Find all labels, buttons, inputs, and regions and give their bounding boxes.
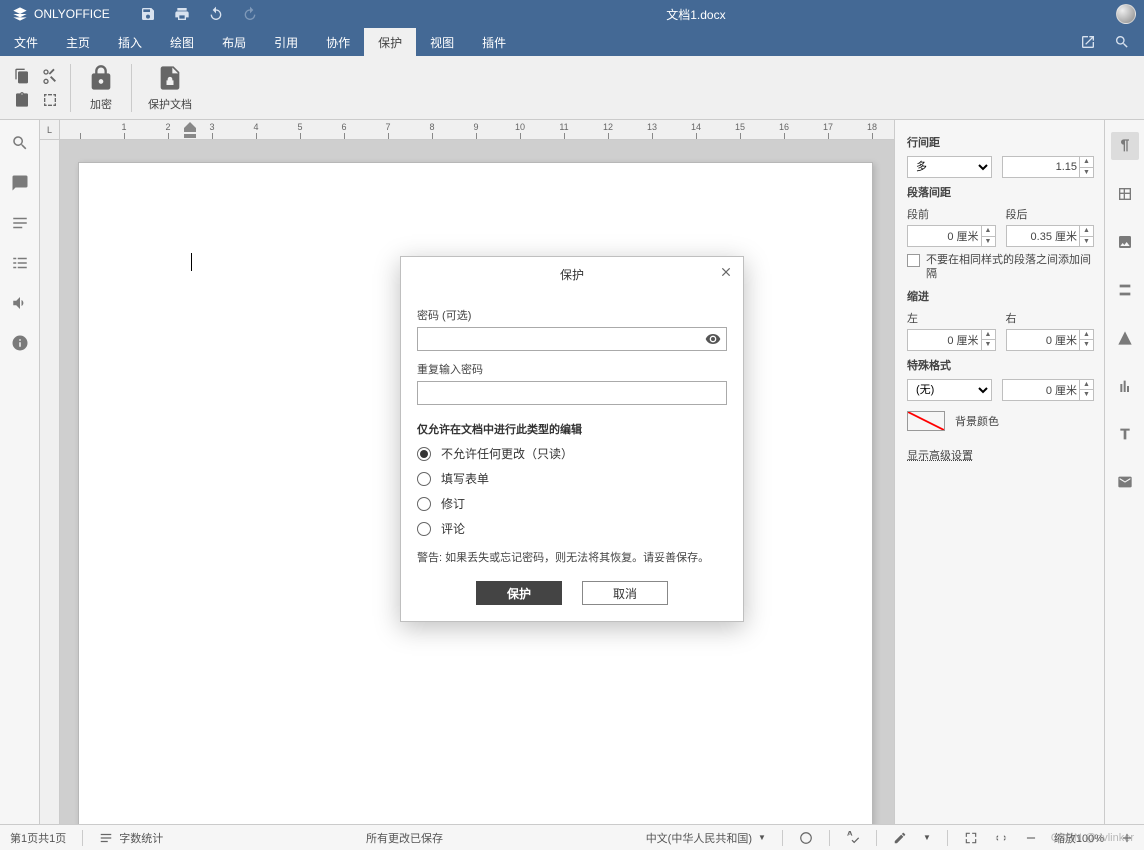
dialog-header: 保护 [401, 257, 743, 293]
password-label: 密码 (可选) [417, 307, 727, 323]
close-icon[interactable] [719, 265, 733, 282]
radio-row-2[interactable]: 修订 [417, 495, 727, 512]
cancel-button[interactable]: 取消 [582, 581, 668, 605]
radio-label: 评论 [441, 520, 465, 537]
warning-text: 警告: 如果丢失或忘记密码，则无法将其恢复。请妥善保存。 [417, 549, 727, 565]
ok-button[interactable]: 保护 [476, 581, 562, 605]
eye-icon[interactable] [705, 331, 721, 350]
edit-section-label: 仅允许在文档中进行此类型的编辑 [417, 421, 727, 437]
radio-icon[interactable] [417, 497, 431, 511]
radio-icon[interactable] [417, 522, 431, 536]
password-input[interactable] [417, 327, 727, 351]
radio-icon[interactable] [417, 472, 431, 486]
radio-row-1[interactable]: 填写表单 [417, 470, 727, 487]
radio-row-0[interactable]: 不允许任何更改（只读） [417, 445, 727, 462]
repeat-password-input[interactable] [417, 381, 727, 405]
modal-backdrop: 保护 密码 (可选) 重复输入密码 仅允许在文档中进行此类型的编辑 不允许任何更… [0, 0, 1144, 850]
radio-label: 填写表单 [441, 470, 489, 487]
dialog-title: 保护 [560, 266, 584, 283]
radio-label: 不允许任何更改（只读） [441, 445, 573, 462]
radio-label: 修订 [441, 495, 465, 512]
repeat-password-label: 重复输入密码 [417, 361, 727, 377]
radio-row-3[interactable]: 评论 [417, 520, 727, 537]
protect-dialog: 保护 密码 (可选) 重复输入密码 仅允许在文档中进行此类型的编辑 不允许任何更… [400, 256, 744, 622]
radio-icon[interactable] [417, 447, 431, 461]
